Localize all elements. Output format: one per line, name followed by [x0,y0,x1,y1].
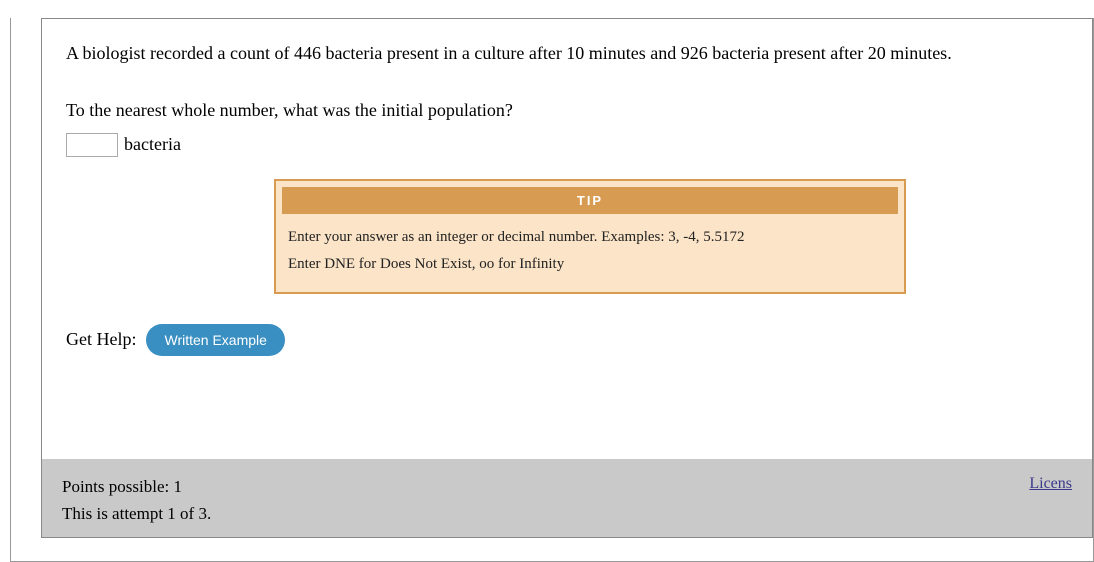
tip-header: TIP [282,187,898,214]
tip-line-1: Enter your answer as an integer or decim… [288,224,892,251]
footer-left: Points possible: 1 This is attempt 1 of … [62,473,211,527]
tip-line-2: Enter DNE for Does Not Exist, oo for Inf… [288,251,892,278]
answer-unit: bacteria [124,134,181,155]
license-link[interactable]: Licens [1029,475,1072,493]
answer-row: bacteria [66,133,1068,157]
question-box: A biologist recorded a count of 446 bact… [41,18,1093,538]
attempt-info: This is attempt 1 of 3. [62,500,211,527]
tip-body: Enter your answer as an integer or decim… [282,224,898,286]
footer-bar: Points possible: 1 This is attempt 1 of … [42,459,1092,537]
help-label: Get Help: [66,329,136,350]
help-row: Get Help: Written Example [66,324,1068,356]
written-example-button[interactable]: Written Example [146,324,284,356]
points-possible: Points possible: 1 [62,473,211,500]
question-content: A biologist recorded a count of 446 bact… [42,19,1092,394]
problem-statement: A biologist recorded a count of 446 bact… [66,39,1068,68]
answer-input[interactable] [66,133,118,157]
outer-frame: A biologist recorded a count of 446 bact… [10,18,1094,562]
question-prompt: To the nearest whole number, what was th… [66,96,1068,125]
tip-box: TIP Enter your answer as an integer or d… [274,179,906,294]
